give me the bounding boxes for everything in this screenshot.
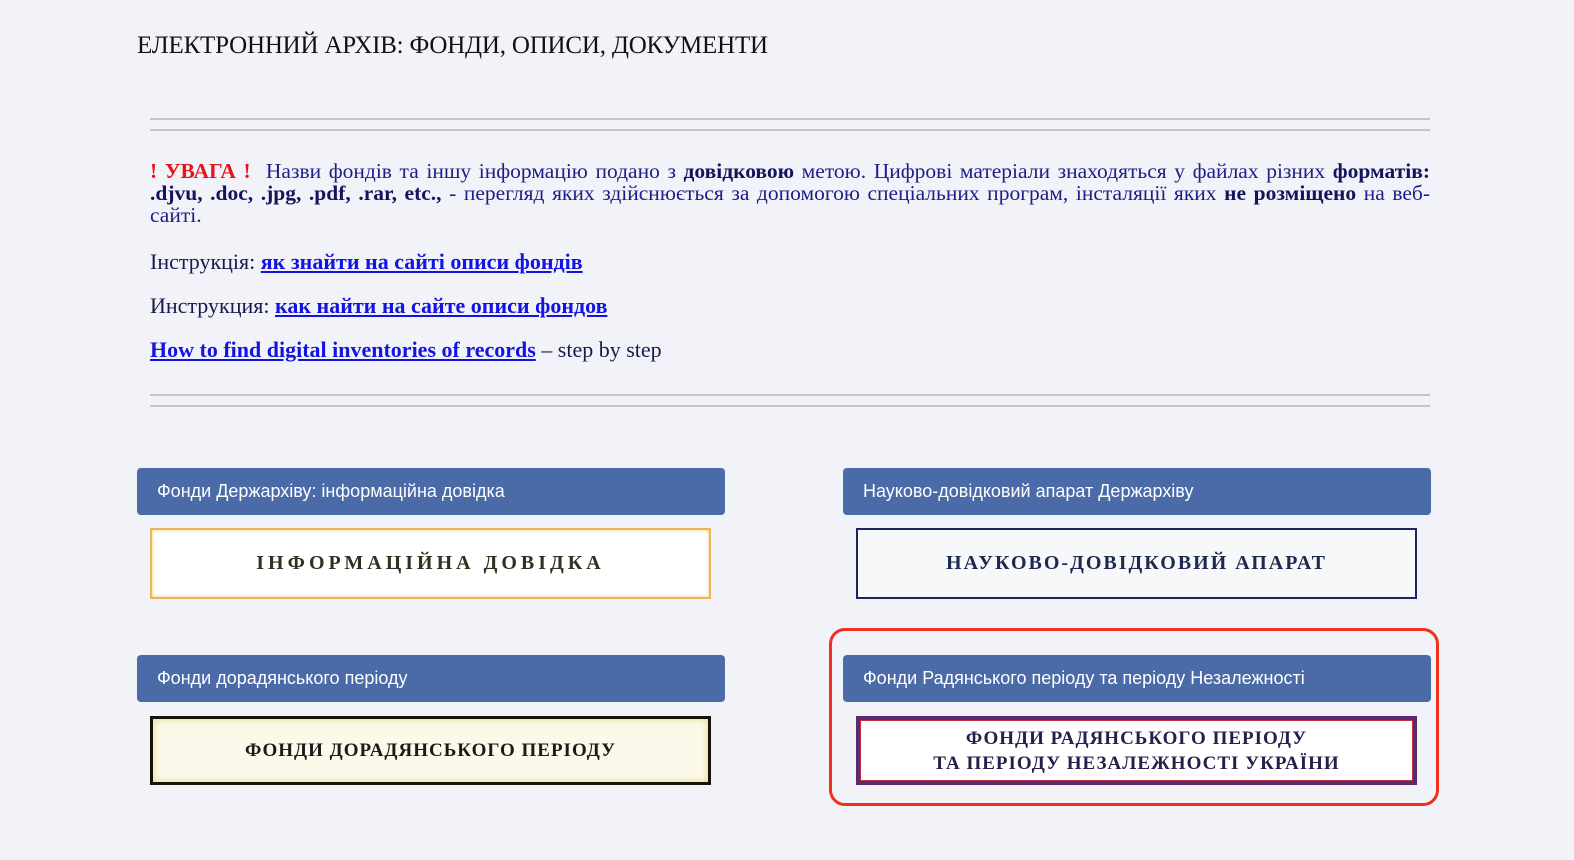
divider: [150, 118, 1430, 120]
banner-text: НАУКОВО-ДОВІДКОВИЙ АПАРАТ: [946, 552, 1327, 574]
instruction-link-en[interactable]: How to find digital inventories of recor…: [150, 337, 536, 362]
warning-label: ! УВАГА !: [150, 159, 251, 183]
instruction-link-ua[interactable]: як знайти на сайті описи фондів: [261, 249, 583, 274]
notice-text: Назви фондів та іншу інформацію подано з: [265, 159, 676, 183]
instruction-ru: Инструкция: как найти на сайте описи фон…: [150, 293, 607, 319]
instruction-prefix: Інструкція:: [150, 249, 256, 274]
card-header-info-reference[interactable]: Фонди Держархіву: інформаційна довідка: [137, 468, 725, 515]
notice-text: - перегляд яких здійснюється за допомого…: [449, 181, 1217, 205]
banner-text-line-1: ФОНДИ РАДЯНСЬКОГО ПЕРІОДУ: [965, 727, 1308, 749]
banner-reference-apparatus[interactable]: НАУКОВО-ДОВІДКОВИЙ АПАРАТ: [856, 528, 1417, 599]
banner-soviet-independence-funds[interactable]: ФОНДИ РАДЯНСЬКОГО ПЕРІОДУ ТА ПЕРІОДУ НЕЗ…: [856, 716, 1417, 785]
card-header-pre-soviet-funds[interactable]: Фонди дорадянського періоду: [137, 655, 725, 702]
banner-text-line-2: ТА ПЕРІОДУ НЕЗАЛЕЖНОСТІ УКРАЇНИ: [933, 752, 1340, 774]
page-title: ЕЛЕКТРОННИЙ АРХІВ: ФОНДИ, ОПИСИ, ДОКУМЕН…: [137, 32, 768, 59]
instruction-link-ru[interactable]: как найти на сайте описи фондов: [275, 293, 607, 318]
instruction-prefix: Инструкция:: [150, 293, 270, 318]
banner-text: ІНФОРМАЦІЙНА ДОВІДКА: [256, 552, 605, 574]
banner-info-reference[interactable]: ІНФОРМАЦІЙНА ДОВІДКА: [150, 528, 711, 599]
card-header-soviet-independence-funds[interactable]: Фонди Радянського періоду та періоду Нез…: [843, 655, 1431, 702]
notice-paragraph: ! УВАГА ! Назви фондів та іншу інформаці…: [150, 160, 1430, 226]
banner-pre-soviet-funds[interactable]: ФОНДИ ДОРАДЯНСЬКОГО ПЕРІОДУ: [150, 716, 711, 785]
instruction-en: How to find digital inventories of recor…: [150, 337, 662, 363]
card-header-reference-apparatus[interactable]: Науково-довідковий апарат Держархіву: [843, 468, 1431, 515]
notice-bold: не розміщено: [1224, 181, 1357, 205]
banner-text: ФОНДИ ДОРАДЯНСЬКОГО ПЕРІОДУ: [244, 739, 617, 761]
notice-text: метою. Цифрові матеріали знаходяться у ф…: [801, 159, 1326, 183]
divider: [150, 129, 1430, 131]
instruction-ua: Інструкція: як знайти на сайті описи фон…: [150, 249, 583, 275]
instruction-suffix: – step by step: [541, 337, 662, 362]
divider: [150, 394, 1430, 396]
divider: [150, 405, 1430, 407]
notice-bold: довідковою: [683, 159, 795, 183]
